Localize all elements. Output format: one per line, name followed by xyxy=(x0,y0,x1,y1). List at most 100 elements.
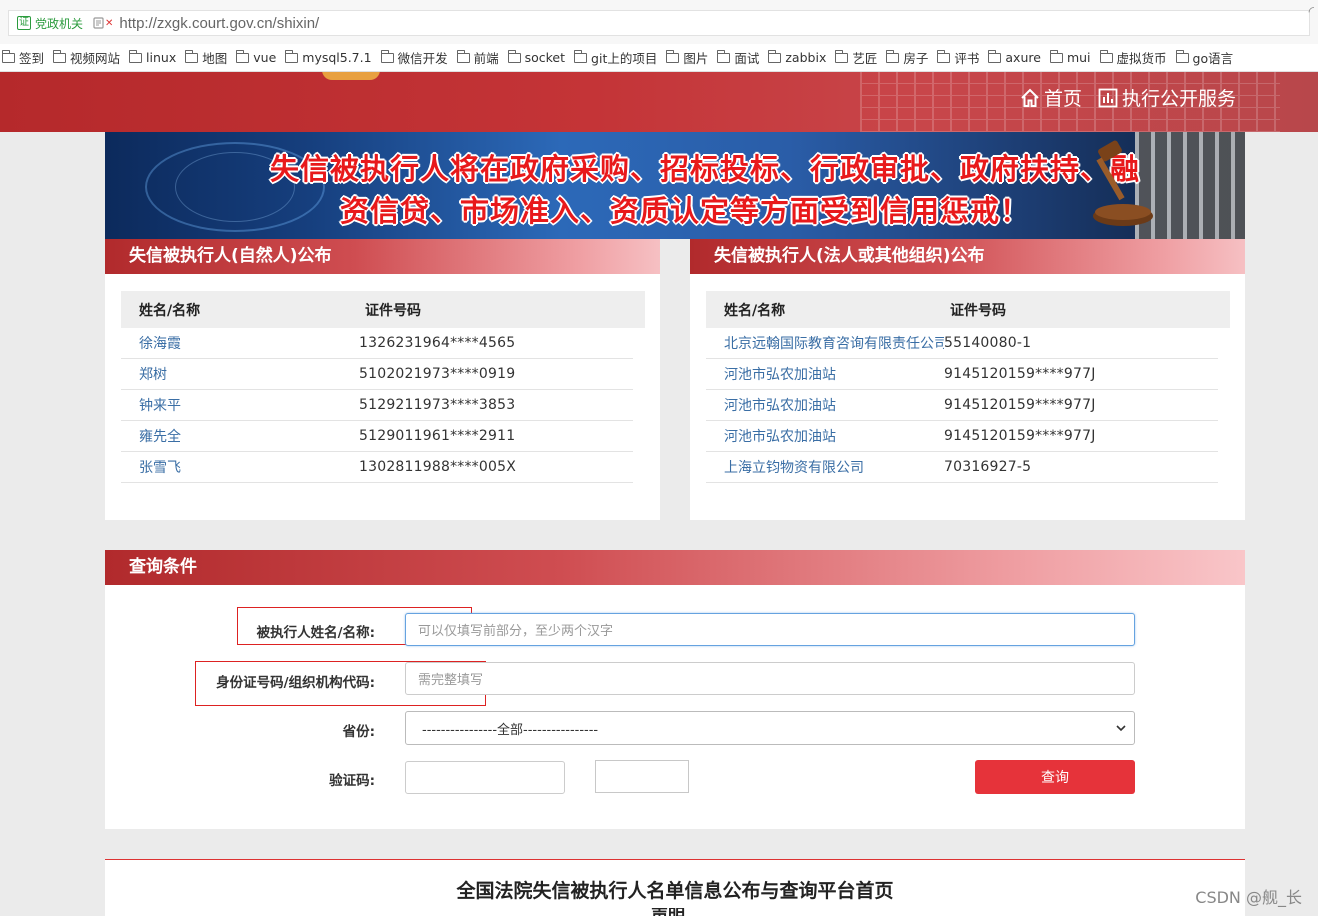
table-row[interactable]: 钟来平 5129211973****3853 xyxy=(121,390,633,421)
platform-title: 全国法院失信被执行人名单信息公布与查询平台首页 xyxy=(105,876,1245,903)
org-code: 70316927-5 xyxy=(944,459,1031,475)
search-button[interactable]: 查询 xyxy=(975,760,1135,794)
captcha-image[interactable] xyxy=(595,760,689,793)
url-field-container[interactable]: 证 党政机关 ✕ http://zxgk.court.gov.cn/shixin… xyxy=(8,10,1310,36)
bookmark-item[interactable]: 视频网站 xyxy=(53,48,120,67)
folder-icon xyxy=(508,53,521,63)
bookmark-item[interactable]: go语言 xyxy=(1176,48,1234,67)
bookmark-item[interactable]: zabbix xyxy=(768,50,826,65)
id-input[interactable]: 需完整填写 xyxy=(405,662,1135,695)
bookmark-item[interactable]: 评书 xyxy=(937,48,979,67)
table-row[interactable]: 上海立钧物资有限公司 70316927-5 xyxy=(706,452,1218,483)
folder-icon xyxy=(717,53,730,63)
bookmark-item[interactable]: 前端 xyxy=(457,48,499,67)
bookmark-item[interactable]: mui xyxy=(1050,50,1091,65)
footer-section: 全国法院失信被执行人名单信息公布与查询平台首页 声明 xyxy=(105,859,1245,916)
table-row[interactable]: 雍先全 5129011961****2911 xyxy=(121,421,633,452)
person-name-link[interactable]: 郑树 xyxy=(121,364,359,384)
certificate-icon: 证 xyxy=(17,16,31,30)
bookmark-item[interactable]: socket xyxy=(508,50,565,65)
bookmark-item[interactable]: 地图 xyxy=(185,48,227,67)
person-name-link[interactable]: 钟来平 xyxy=(121,395,359,415)
province-select[interactable]: ----------------全部---------------- xyxy=(405,711,1135,745)
captcha-input[interactable] xyxy=(405,761,565,794)
province-selected-value: ----------------全部---------------- xyxy=(422,719,598,738)
org-name-link[interactable]: 河池市弘农加油站 xyxy=(706,426,944,446)
watermark: CSDN @舰_长 xyxy=(1195,884,1302,908)
bookmark-item[interactable]: git上的项目 xyxy=(574,48,657,67)
org-name-link[interactable]: 北京远翰国际教育咨询有限责任公司 xyxy=(706,333,944,353)
panel-natural-person: 失信被执行人(自然人)公布 姓名/名称 证件号码 徐海霞 1326231964*… xyxy=(105,239,660,520)
folder-icon xyxy=(53,53,66,63)
nav-service-label: 执行公开服务 xyxy=(1122,84,1236,111)
person-name-link[interactable]: 雍先全 xyxy=(121,426,359,446)
insecure-connection-icon[interactable]: ✕ xyxy=(93,17,113,29)
credit-warning-banner: 失信被执行人将在政府采购、招标投标、行政审批、政府扶持、融 资信贷、市场准入、资… xyxy=(105,132,1245,239)
org-name-link[interactable]: 河池市弘农加油站 xyxy=(706,364,944,384)
table-row[interactable]: 河池市弘农加油站 9145120159****977J xyxy=(706,421,1218,452)
person-name-link[interactable]: 徐海霞 xyxy=(121,333,359,353)
org-name-link[interactable]: 上海立钧物资有限公司 xyxy=(706,457,944,477)
org-name-link[interactable]: 河池市弘农加油站 xyxy=(706,395,944,415)
bookmark-item[interactable]: 微信开发 xyxy=(381,48,448,67)
certificate-badge[interactable]: 证 党政机关 xyxy=(17,15,83,32)
table-row[interactable]: 张雪飞 1302811988****005X xyxy=(121,452,633,483)
folder-icon xyxy=(129,53,142,63)
id-number: 5129211973****3853 xyxy=(359,397,515,413)
statement-heading: 声明 xyxy=(651,908,685,916)
folder-icon xyxy=(1050,53,1063,63)
folder-icon xyxy=(988,53,1001,63)
query-form-title: 查询条件 xyxy=(105,550,1245,585)
bookmarks-bar: 签到 视频网站 linux 地图 vue mysql5.7.1 微信开发 前端 … xyxy=(0,44,1318,72)
bookmark-item[interactable]: 虚拟货币 xyxy=(1100,48,1167,67)
org-code: 9145120159****977J xyxy=(944,397,1096,413)
url-input[interactable]: http://zxgk.court.gov.cn/shixin/ xyxy=(119,15,319,32)
org-code: 55140080-1 xyxy=(944,335,1031,351)
province-label: 省份: xyxy=(305,720,375,740)
table-row[interactable]: 北京远翰国际教育咨询有限责任公司 55140080-1 xyxy=(706,328,1218,359)
folder-icon xyxy=(2,53,15,63)
bookmark-item[interactable]: vue xyxy=(236,50,276,65)
table-row[interactable]: 河池市弘农加油站 9145120159****977J xyxy=(706,390,1218,421)
home-icon xyxy=(1020,88,1040,108)
folder-icon xyxy=(185,53,198,63)
bookmark-item[interactable]: 签到 xyxy=(2,48,44,67)
panel-organization-title: 失信被执行人(法人或其他组织)公布 xyxy=(690,239,1245,274)
table-row[interactable]: 徐海霞 1326231964****4565 xyxy=(121,328,633,359)
query-form: 查询条件 被执行人姓名/名称: 可以仅填写前部分，至少两个汉字 身份证号码/组织… xyxy=(105,550,1245,829)
bookmark-item[interactable]: 图片 xyxy=(666,48,708,67)
id-label: 身份证号码/组织机构代码: xyxy=(165,671,375,691)
col-id-header: 证件号码 xyxy=(365,300,421,320)
table-row[interactable]: 郑树 5102021973****0919 xyxy=(121,359,633,390)
folder-icon xyxy=(574,53,587,63)
chevron-down-icon xyxy=(1116,723,1126,733)
person-name-link[interactable]: 张雪飞 xyxy=(121,457,359,477)
folder-icon xyxy=(1176,53,1189,63)
folder-icon xyxy=(457,53,470,63)
id-number: 1326231964****4565 xyxy=(359,335,515,351)
loading-spinner-icon: ◜ xyxy=(1309,4,1314,20)
panel-natural-person-title: 失信被执行人(自然人)公布 xyxy=(105,239,660,274)
gavel-icon xyxy=(1085,138,1155,230)
folder-icon xyxy=(937,53,950,63)
col-id-header: 证件号码 xyxy=(950,300,1006,320)
name-input[interactable]: 可以仅填写前部分，至少两个汉字 xyxy=(405,613,1135,646)
nav-home[interactable]: 首页 xyxy=(1020,84,1082,111)
folder-icon xyxy=(381,53,394,63)
nav-execution-public-service[interactable]: 执行公开服务 xyxy=(1098,84,1236,111)
banner-text-line2: 资信贷、市场准入、资质认定等方面受到信用惩戒！ xyxy=(105,188,1245,230)
nav-home-label: 首页 xyxy=(1044,84,1082,111)
bookmark-item[interactable]: linux xyxy=(129,50,176,65)
org-code: 9145120159****977J xyxy=(944,366,1096,382)
bookmark-item[interactable]: 面试 xyxy=(717,48,759,67)
folder-icon xyxy=(835,53,848,63)
folder-icon xyxy=(768,53,781,63)
table-row[interactable]: 河池市弘农加油站 9145120159****977J xyxy=(706,359,1218,390)
bookmark-item[interactable]: 房子 xyxy=(886,48,928,67)
bookmark-item[interactable]: 艺匠 xyxy=(835,48,877,67)
folder-icon xyxy=(1100,53,1113,63)
bookmark-item[interactable]: mysql5.7.1 xyxy=(285,50,371,65)
col-name-header: 姓名/名称 xyxy=(706,300,950,320)
col-name-header: 姓名/名称 xyxy=(121,300,365,320)
bookmark-item[interactable]: axure xyxy=(988,50,1041,65)
